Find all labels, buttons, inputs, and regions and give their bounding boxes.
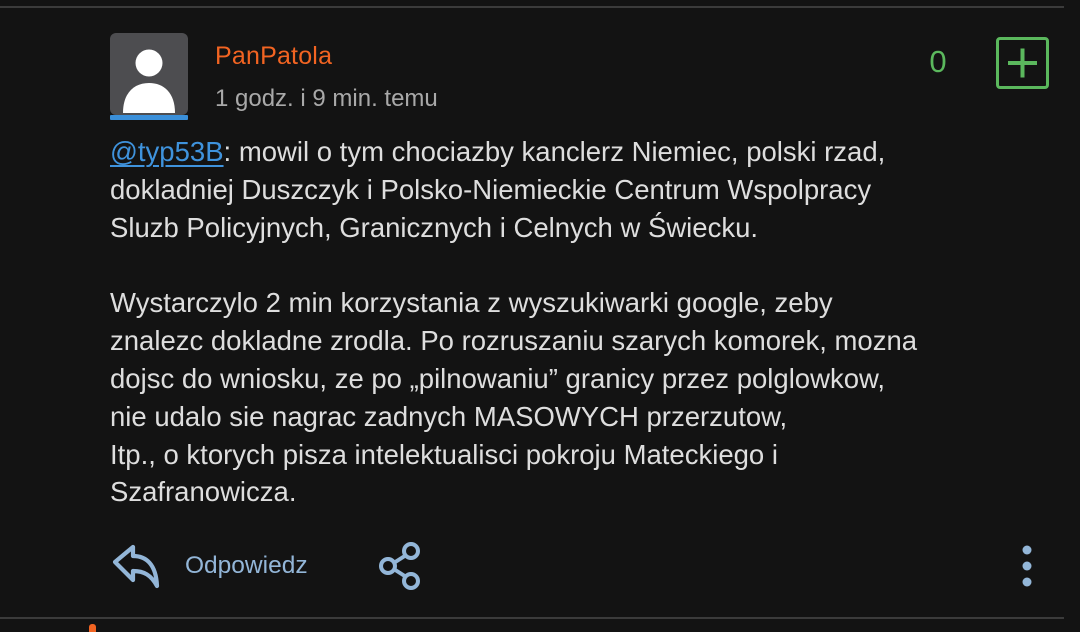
upvote-button[interactable] xyxy=(996,37,1049,89)
comment-line: Itp., o ktorych pisza intelektualisci po… xyxy=(110,438,778,470)
comment-paragraph-1: @typ53B: mowil o tym chociazby kanclerz … xyxy=(110,133,1050,246)
bottom-divider xyxy=(0,617,1064,619)
comment-line: Szafranowicza. xyxy=(110,476,297,508)
comment-line: znalezc dokladne zrodla. Po rozruszaniu … xyxy=(110,325,918,357)
next-comment-indicator xyxy=(89,624,96,632)
reply-button[interactable]: Odpowiedz xyxy=(185,552,308,580)
comment-line: @typ53B: mowil o tym chociazby kanclerz … xyxy=(110,133,1050,171)
comment-text: : mowil o tym chociazby kanclerz Niemiec… xyxy=(223,136,886,167)
share-nodes-icon[interactable] xyxy=(376,541,424,591)
comment-paragraph-2: Wystarczylo 2 min korzystania z wyszukiw… xyxy=(110,284,1050,511)
mention-link[interactable]: @typ53B xyxy=(110,136,224,167)
user-silhouette-icon xyxy=(123,49,175,113)
avatar-accent-bar xyxy=(110,115,188,120)
reply-arrow-icon[interactable] xyxy=(110,542,162,590)
comment-line: Sluzb Policyjnych, Granicznych i Celnych… xyxy=(110,211,759,243)
vote-count: 0 xyxy=(929,44,947,79)
comment-line: nie udalo sie nagrac zadnych MASOWYCH pr… xyxy=(110,400,788,432)
top-divider xyxy=(0,6,1064,8)
comment-line: dojsc do wniosku, ze po „pilnowaniu” gra… xyxy=(110,362,885,394)
plus-icon xyxy=(1008,48,1037,78)
more-options-icon[interactable] xyxy=(1016,545,1038,589)
comment-line: dokladniej Duszczyk i Polsko-Niemieckie … xyxy=(110,173,872,205)
user-avatar[interactable] xyxy=(110,33,188,115)
comment-body: @typ53B: mowil o tym chociazby kanclerz … xyxy=(110,133,1050,511)
comment-line: Wystarczylo 2 min korzystania z wyszukiw… xyxy=(110,287,833,319)
comment-timestamp: 1 godz. i 9 min. temu xyxy=(215,85,438,112)
comment-author[interactable]: PanPatola xyxy=(215,42,332,71)
